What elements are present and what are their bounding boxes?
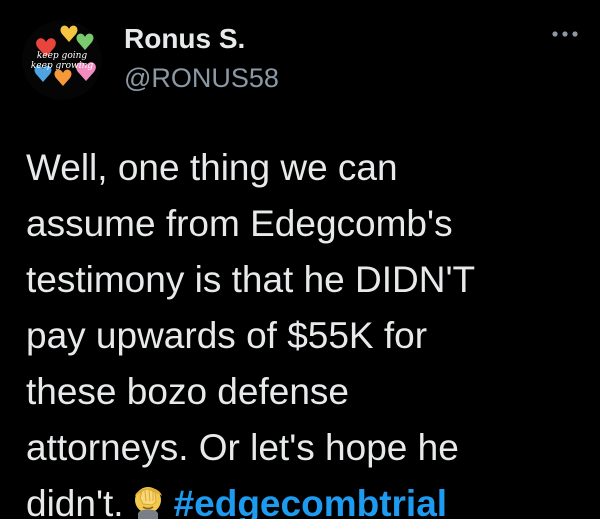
tweet-card: keep going keep growing Ronus S. @RONUS5…: [0, 0, 600, 519]
display-name[interactable]: Ronus S.: [124, 22, 245, 56]
hashtag-link[interactable]: #edgecombtrial: [174, 483, 447, 519]
tweet-text-line: assume from Edegcomb's: [26, 203, 453, 244]
tweet-text-line-last: didn't. #edgecombtrial: [26, 476, 586, 519]
tweet-text-line: testimony is that he DIDN'T: [26, 259, 476, 300]
user-handle[interactable]: @RONUS58: [124, 62, 279, 94]
tweet-text: Well, one thing we can assume from Edegc…: [26, 140, 586, 519]
tweet-text-line: Well, one thing we can: [26, 147, 398, 188]
tweet-text-line: attorneys. Or let's hope he: [26, 427, 459, 468]
avatar[interactable]: keep going keep growing: [22, 20, 102, 100]
more-options-button[interactable]: [548, 22, 582, 46]
avatar-text-1: keep going: [37, 51, 88, 61]
face-palm-emoji: [128, 482, 168, 519]
avatar-image: keep going keep growing: [22, 20, 102, 100]
tweet-text-segment: didn't.: [26, 483, 124, 519]
avatar-text-2: keep growing: [31, 61, 94, 71]
tweet-text-line: pay upwards of $55K for: [26, 315, 428, 356]
more-options-icon: [552, 31, 578, 37]
tweet-text-line: these bozo defense: [26, 371, 349, 412]
